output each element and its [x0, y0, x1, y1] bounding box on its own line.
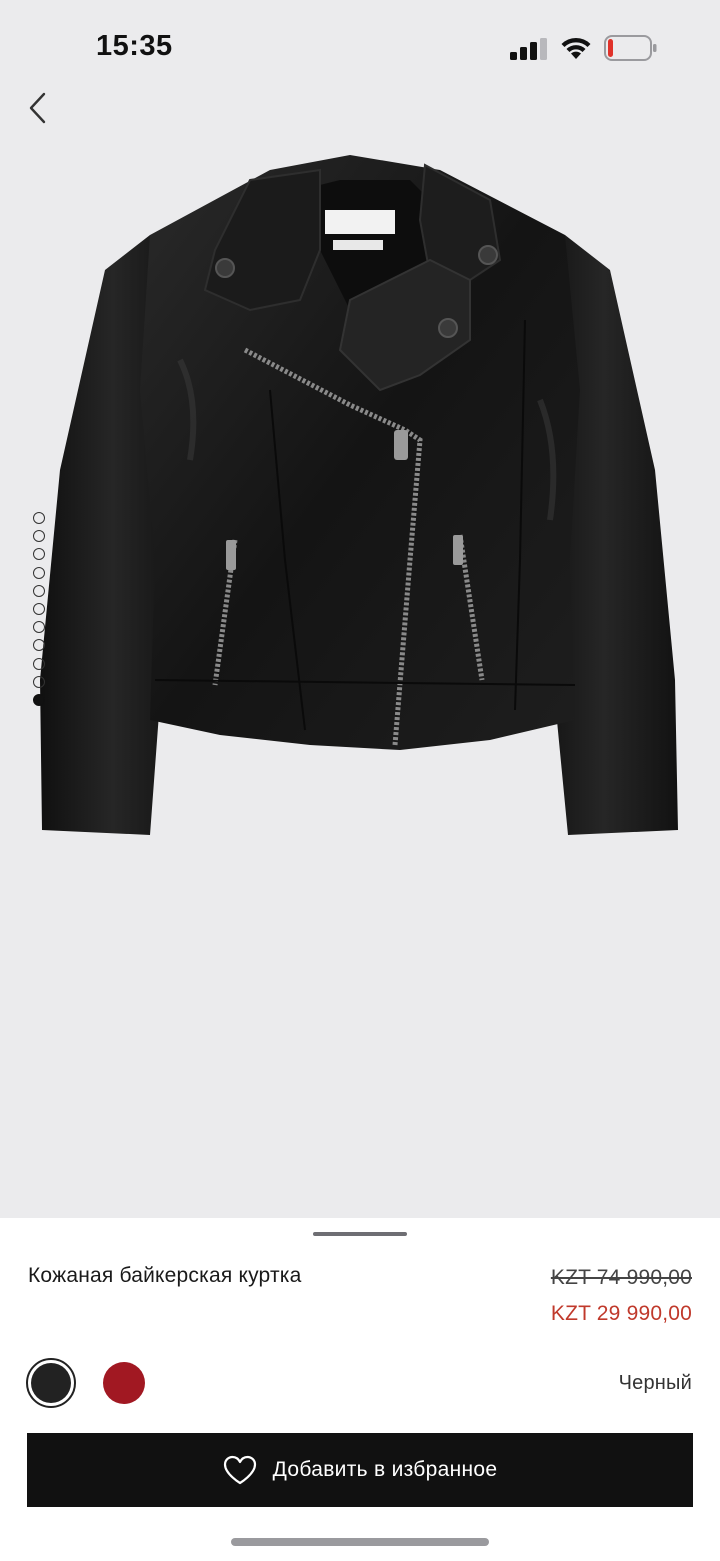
heart-icon	[223, 1455, 256, 1485]
home-indicator[interactable]	[231, 1538, 489, 1546]
color-swatch-black-fill	[31, 1363, 71, 1403]
selected-color-name: Черный	[618, 1372, 692, 1394]
status-bar: 15:35	[0, 0, 720, 96]
pagination-dot[interactable]	[33, 675, 45, 688]
add-to-favorites-label: Добавить в избранное	[272, 1458, 498, 1481]
gallery-pagination[interactable]	[33, 512, 47, 712]
pagination-dot[interactable]	[33, 602, 45, 615]
product-image[interactable]	[20, 140, 700, 860]
pagination-dot[interactable]	[33, 566, 45, 579]
pagination-dot[interactable]	[33, 530, 45, 543]
sale-price: KZT 29 990,00	[550, 1302, 692, 1325]
chevron-left-icon	[29, 92, 46, 124]
pagination-dot[interactable]	[33, 639, 45, 652]
product-screen: 15:35 Кожаная байкерская куртка KZT 74 9…	[0, 0, 720, 1561]
sheet-drag-handle[interactable]	[313, 1232, 407, 1236]
pagination-dot[interactable]	[33, 621, 45, 634]
pagination-dot[interactable]	[33, 657, 45, 670]
pagination-dot-active[interactable]	[33, 693, 45, 706]
pagination-dot[interactable]	[33, 512, 45, 524]
original-price: KZT 74 990,00	[550, 1266, 692, 1289]
product-details-sheet: Кожаная байкерская куртка KZT 74 990,00 …	[0, 1218, 720, 1561]
pagination-dot[interactable]	[33, 584, 45, 597]
status-time: 15:35	[96, 30, 173, 62]
wifi-icon	[561, 37, 591, 59]
color-swatch-red[interactable]	[103, 1362, 145, 1404]
pagination-dot[interactable]	[33, 548, 45, 561]
product-title: Кожаная байкерская куртка	[28, 1264, 302, 1287]
back-button[interactable]	[18, 86, 58, 130]
battery-low-icon	[604, 35, 657, 61]
color-swatch-black[interactable]	[26, 1358, 76, 1408]
cellular-signal-icon	[510, 38, 547, 60]
add-to-favorites-button[interactable]: Добавить в избранное	[27, 1433, 693, 1507]
